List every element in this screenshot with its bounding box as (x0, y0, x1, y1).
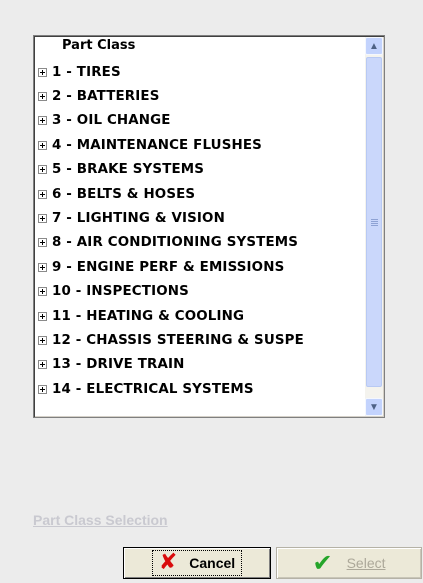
tree-item[interactable]: 11 - HEATING & COOLING (34, 304, 368, 328)
select-label: Select (346, 555, 386, 571)
scroll-down-button[interactable]: ▼ (365, 398, 383, 416)
tree-item-label: 7 - LIGHTING & VISION (52, 211, 225, 227)
expand-plus-icon[interactable] (38, 384, 47, 394)
expand-plus-icon[interactable] (38, 287, 47, 297)
expand-plus-icon[interactable] (38, 214, 47, 224)
tree-item[interactable]: 14 - ELECTRICAL SYSTEMS (34, 377, 368, 401)
tree-item[interactable]: 1 - TIRES (34, 60, 368, 84)
tree-item-label: 13 - DRIVE TRAIN (52, 357, 185, 373)
tree-item-label: 14 - ELECTRICAL SYSTEMS (52, 381, 254, 397)
check-icon: ✔ (312, 549, 333, 577)
tree-item-label: 12 - CHASSIS STEERING & SUSPE (52, 332, 304, 348)
cancel-label: Cancel (189, 555, 236, 571)
expand-plus-icon[interactable] (38, 335, 47, 345)
expand-plus-icon[interactable] (38, 311, 47, 321)
tree-item[interactable]: 7 - LIGHTING & VISION (34, 206, 368, 230)
tree-item-label: 4 - MAINTENANCE FLUSHES (52, 137, 262, 153)
tree-item[interactable]: 2 - BATTERIES (34, 84, 368, 108)
tree-item[interactable]: 8 - AIR CONDITIONING SYSTEMS (34, 231, 368, 255)
expand-plus-icon[interactable] (38, 189, 47, 199)
select-button[interactable]: ✔ Select (276, 547, 422, 579)
expand-plus-icon[interactable] (38, 165, 47, 175)
tree-item-label: 5 - BRAKE SYSTEMS (52, 162, 205, 178)
tree-item[interactable]: 3 - OIL CHANGE (34, 109, 368, 133)
vertical-scrollbar[interactable]: ▲ ▼ (365, 37, 383, 416)
tree-items: 1 - TIRES 2 - BATTERIES 3 - OIL CHANGE 4 - … (34, 60, 368, 401)
tree-item[interactable]: 5 - BRAKE SYSTEMS (34, 158, 368, 182)
tree-item[interactable]: 6 - BELTS & HOSES (34, 182, 368, 206)
part-class-selection-link[interactable]: Part Class Selection (33, 512, 168, 528)
expand-plus-icon[interactable] (38, 140, 47, 150)
tree-item-label: 10 - INSPECTIONS (52, 284, 189, 300)
scroll-up-button[interactable]: ▲ (365, 37, 383, 55)
tree-item-label: 8 - AIR CONDITIONING SYSTEMS (52, 235, 299, 251)
chevron-up-icon: ▲ (369, 40, 379, 52)
expand-plus-icon[interactable] (38, 262, 47, 272)
tree-item-label: 2 - BATTERIES (52, 89, 160, 105)
tree-item-label: 6 - BELTS & HOSES (52, 186, 196, 202)
tree-item[interactable]: 4 - MAINTENANCE FLUSHES (34, 133, 368, 157)
tree-item-label: 3 - OIL CHANGE (52, 113, 171, 129)
expand-plus-icon[interactable] (38, 67, 47, 77)
cancel-button[interactable]: ✘ Cancel (123, 547, 271, 579)
expand-plus-icon[interactable] (38, 92, 47, 102)
grip-icon (370, 218, 378, 226)
expand-plus-icon[interactable] (38, 360, 47, 370)
tree-root-label[interactable]: Part Class (62, 38, 135, 53)
part-class-tree[interactable]: Part Class 1 - TIRES 2 - BATTERIES 3 - OIL… (33, 35, 385, 418)
tree-item-label: 1 - TIRES (52, 64, 121, 80)
tree-item[interactable]: 10 - INSPECTIONS (34, 280, 368, 304)
tree-item[interactable]: 13 - DRIVE TRAIN (34, 353, 368, 377)
tree-item-label: 9 - ENGINE PERF & EMISSIONS (52, 259, 285, 275)
chevron-down-icon: ▼ (369, 401, 379, 413)
x-icon: ✘ (158, 550, 178, 575)
tree-item[interactable]: 9 - ENGINE PERF & EMISSIONS (34, 255, 368, 279)
scroll-thumb[interactable] (366, 57, 382, 387)
expand-plus-icon[interactable] (38, 116, 47, 126)
expand-plus-icon[interactable] (38, 238, 47, 248)
tree-item[interactable]: 12 - CHASSIS STEERING & SUSPE (34, 328, 368, 352)
tree-item-label: 11 - HEATING & COOLING (52, 308, 245, 324)
